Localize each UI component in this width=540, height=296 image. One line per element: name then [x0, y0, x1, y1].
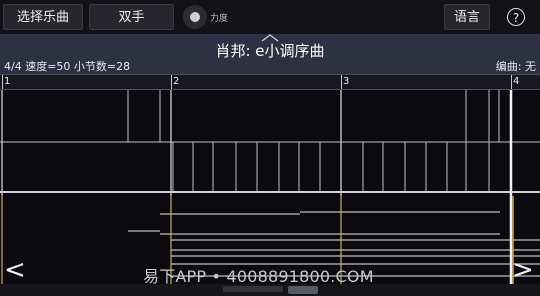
force-toggle[interactable]: [183, 5, 207, 29]
scrollbar-thumb[interactable]: [288, 286, 318, 294]
help-icon[interactable]: ?: [507, 8, 525, 26]
force-label: 力度: [210, 14, 229, 24]
measure-number: 2: [173, 76, 180, 87]
arranger-label: 编曲: 无: [495, 60, 536, 73]
note-roll: [0, 90, 540, 284]
measure-marker: [511, 75, 512, 89]
select-song-button[interactable]: 选择乐曲: [3, 4, 83, 30]
measure-number: 3: [343, 76, 350, 87]
toggle-knob: [190, 12, 200, 22]
measure-marker: [171, 75, 172, 89]
measure-marker: [341, 75, 342, 89]
measure-number: 4: [513, 76, 520, 87]
top-toolbar: 选择乐曲 双手 力度 语言 ?: [0, 0, 540, 34]
measure-marker: [2, 75, 3, 89]
upper-lane: [0, 90, 540, 193]
hands-button[interactable]: 双手: [89, 4, 174, 30]
position-indicator: [223, 286, 283, 292]
language-button[interactable]: 语言: [444, 4, 490, 30]
song-info: 4/4 速度=50 小节数=28: [4, 60, 131, 73]
next-arrow-icon[interactable]: >: [512, 255, 534, 285]
previous-arrow-icon[interactable]: <: [4, 255, 26, 285]
measure-number: 1: [4, 76, 11, 87]
measure-ruler: 1 2 3 4: [0, 74, 540, 90]
